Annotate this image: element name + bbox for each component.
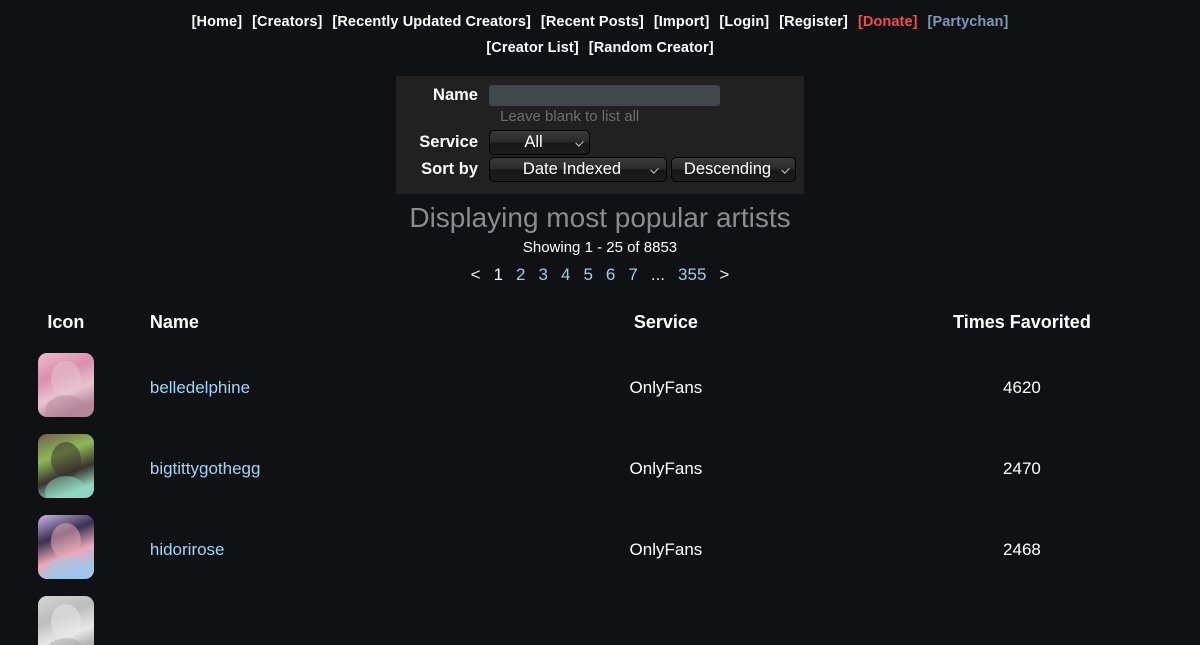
creator-favorited-cell: 2468	[1003, 539, 1041, 559]
search-panel-wrapper: Name Leave blank to list all Service All…	[0, 76, 1200, 194]
creator-name-cell: bigtittygothegg	[132, 428, 488, 509]
pagination-page-3[interactable]: 3	[539, 265, 548, 284]
pagination-page-355[interactable]: 355	[678, 265, 706, 284]
nav-link-partychan[interactable]: [Partychan]	[928, 14, 1009, 30]
pagination-page-4[interactable]: 4	[561, 265, 570, 284]
sort-field-row: Sort by Date Indexed Descending	[396, 157, 804, 182]
service-select[interactable]: All	[489, 130, 590, 155]
table-header-row: Icon Name Service Times Favorited	[0, 311, 1200, 347]
nav-link-recent-posts[interactable]: [Recent Posts]	[541, 14, 644, 30]
avatar[interactable]	[37, 434, 94, 498]
service-field-row: Service All	[396, 130, 804, 155]
chevron-down-icon	[781, 164, 790, 174]
column-header-service: Service	[633, 312, 698, 332]
creator-icon-cell	[0, 590, 132, 645]
creator-favorited-cell: 4620	[1003, 377, 1041, 397]
avatar[interactable]	[37, 596, 94, 645]
search-panel: Name Leave blank to list all Service All…	[396, 76, 804, 194]
service-label: Service	[419, 133, 478, 151]
pagination-page-5[interactable]: 5	[583, 265, 592, 284]
column-header-favorited: Times Favorited	[953, 312, 1091, 332]
nav-row-secondary: [Creator List] [Random Creator]	[0, 35, 1200, 61]
creator-service-cell	[488, 590, 844, 645]
creators-table: Icon Name Service Times Favorited belled…	[0, 311, 1200, 645]
creator-name-cell: belledelphine	[132, 347, 488, 428]
nav-row-primary: [Home] [Creators] [Recently Updated Creato…	[0, 9, 1200, 35]
sort-by-label: Sort by	[421, 160, 478, 178]
table-row[interactable]: bigtittygothegg OnlyFans 2470	[0, 428, 1200, 509]
nav-link-creators[interactable]: [Creators]	[252, 14, 322, 30]
sort-by-select-value: Date Indexed	[522, 160, 622, 178]
creator-icon-cell	[0, 509, 132, 590]
page-title: Displaying most popular artists	[409, 202, 791, 233]
pagination-next[interactable]: >	[719, 265, 729, 284]
main-navigation: [Home] [Creators] [Recently Updated Creato…	[0, 0, 1200, 61]
column-header-icon: Icon	[47, 312, 85, 332]
sort-order-select[interactable]: Descending	[671, 157, 796, 182]
name-field-row: Name	[396, 85, 804, 106]
nav-link-import[interactable]: [Import]	[654, 14, 710, 30]
table-row[interactable]: belledelphine OnlyFans 4620	[0, 347, 1200, 428]
column-header-name: Name	[149, 312, 199, 332]
chevron-down-icon	[650, 164, 659, 174]
creator-icon-cell	[0, 428, 132, 509]
pagination-page-6[interactable]: 6	[606, 265, 615, 284]
pagination-page-2[interactable]: 2	[516, 265, 525, 284]
creator-link[interactable]: hidorirose	[150, 540, 225, 559]
search-input[interactable]	[489, 85, 720, 106]
pagination-page-7[interactable]: 7	[628, 265, 637, 284]
avatar[interactable]	[37, 515, 94, 579]
nav-link-login[interactable]: [Login]	[719, 14, 769, 30]
service-select-value: All	[524, 133, 543, 151]
pagination-prev[interactable]: <	[471, 265, 481, 284]
creator-favorited-cell	[844, 590, 1200, 645]
creator-service-cell: OnlyFans	[629, 458, 703, 478]
avatar[interactable]	[37, 353, 94, 417]
sort-order-select-value: Descending	[683, 160, 772, 178]
creator-name-cell: hidorirose	[132, 509, 488, 590]
pagination-ellipsis: ...	[650, 265, 666, 284]
chevron-down-icon	[575, 137, 584, 147]
name-label: Name	[433, 86, 478, 104]
nav-link-creator-list[interactable]: [Creator List]	[486, 40, 578, 56]
creator-name-cell	[132, 590, 488, 645]
nav-link-register[interactable]: [Register]	[779, 14, 848, 30]
nav-link-donate[interactable]: [Donate]	[858, 14, 918, 30]
creator-link[interactable]: belledelphine	[150, 378, 250, 397]
table-body: belledelphine OnlyFans 4620 bigtittygothegg…	[0, 347, 1200, 645]
table-row[interactable]	[0, 590, 1200, 645]
nav-link-recently-updated-creators[interactable]: [Recently Updated Creators]	[332, 14, 531, 30]
name-field-hint: Leave blank to list all	[500, 108, 640, 125]
pagination-page-1[interactable]: 1	[494, 265, 503, 284]
sort-by-select[interactable]: Date Indexed	[489, 157, 667, 182]
creator-link[interactable]: bigtittygothegg	[150, 459, 261, 478]
creator-service-cell: OnlyFans	[629, 539, 703, 559]
creator-icon-cell	[0, 347, 132, 428]
nav-link-home[interactable]: [Home]	[192, 14, 243, 30]
table-head: Icon Name Service Times Favorited	[0, 311, 1200, 347]
nav-link-random-creator[interactable]: [Random Creator]	[589, 40, 714, 56]
results-count: Showing 1 - 25 of 8853	[522, 239, 678, 256]
creator-favorited-cell: 2470	[1003, 458, 1041, 478]
creator-service-cell: OnlyFans	[629, 377, 703, 397]
table-row[interactable]: hidorirose OnlyFans 2468	[0, 509, 1200, 590]
pagination: <1 2 3 4 5 6 7... 355 >	[0, 262, 1200, 289]
